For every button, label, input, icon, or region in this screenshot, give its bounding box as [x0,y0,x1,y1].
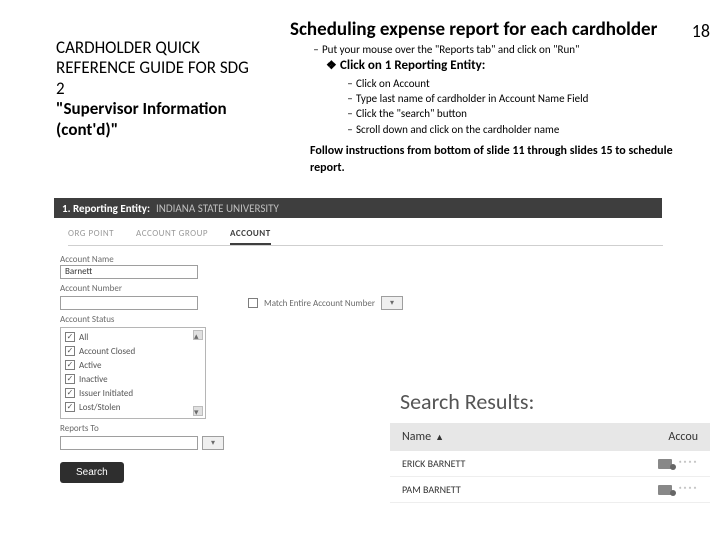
status-item[interactable]: Account Closed [79,346,135,357]
account-number-input[interactable] [60,296,198,310]
status-item[interactable]: Active [79,360,101,371]
col-account[interactable]: Accou [668,430,698,444]
result-name: ERICK BARNETT [402,457,658,470]
col-name[interactable]: Name [402,430,431,444]
status-check[interactable]: ✓ [65,360,75,370]
search-button[interactable]: Search [60,462,124,483]
dash-icon: – [344,122,356,137]
results-title: Search Results: [390,382,710,423]
tabs-row: ORG POINT ACCOUNT GROUP ACCOUNT [68,228,663,246]
follow-text: Follow instructions from bottom of slide… [310,143,690,177]
status-check-all[interactable]: ✓ [65,332,75,342]
scroll-up-icon[interactable]: ▴ [193,330,203,340]
status-check[interactable]: ✓ [65,374,75,384]
left-title-block: CARDHOLDER QUICK REFERENCE GUIDE FOR SDG… [56,38,251,140]
match-checkbox[interactable] [248,298,258,308]
dash-icon: – [344,76,356,91]
status-check[interactable]: ✓ [65,388,75,398]
masked-account: **** [678,459,698,469]
tab-account-group[interactable]: ACCOUNT GROUP [136,228,208,239]
bullet-top: Put your mouse over the "Reports tab" an… [322,43,579,56]
status-item[interactable]: Lost/Stolen [79,402,121,413]
sort-asc-icon[interactable]: ▲ [435,432,444,443]
search-results-panel: Search Results: Name ▲ Accou ERICK BARNE… [390,382,710,503]
sub-bullet: Scroll down and click on the cardholder … [356,123,559,136]
account-number-label: Account Number [60,283,660,294]
results-header-row: Name ▲ Accou [390,423,710,451]
account-status-listbox[interactable]: ▴ ✓ All ✓ Account Closed ✓ Active ✓ Inactive… [60,327,206,419]
reports-to-input[interactable] [60,436,198,450]
dash-icon: – [344,91,356,106]
masked-account: **** [678,485,698,495]
cardholder-icon [658,459,672,469]
status-check[interactable]: ✓ [65,402,75,412]
result-name: PAM BARNETT [402,483,658,496]
result-row[interactable]: ERICK BARNETT **** [390,451,710,477]
slide-title: Scheduling expense report for each cardh… [290,18,702,41]
account-status-label: Account Status [60,314,660,325]
sub-bullet: Click on Account [356,77,430,90]
tab-account[interactable]: ACCOUNT [230,228,271,245]
account-name-label: Account Name [60,254,660,265]
dash-icon: – [310,42,322,57]
reports-to-dropdown-icon[interactable]: ▾ [202,436,224,450]
cardholder-icon [658,485,672,495]
status-item[interactable]: Issuer Initiated [79,388,133,399]
tab-org-point[interactable]: ORG POINT [68,228,114,239]
reporting-entity-bar[interactable]: 1. Reporting Entity: INDIANA STATE UNIVE… [54,198,662,218]
match-dropdown-icon[interactable]: ▾ [381,296,403,310]
entity-value: INDIANA STATE UNIVERSITY [156,202,279,215]
diamond-icon: ❖ [326,58,340,75]
entity-label: 1. Reporting Entity: [62,202,150,215]
status-check[interactable]: ✓ [65,346,75,356]
bullet-section: Click on 1 Reporting Entity: [340,58,485,73]
sub-bullet: Type last name of cardholder in Account … [356,92,588,105]
left-bold: "Supervisor Information (cont'd)" [56,99,251,140]
scroll-down-icon[interactable]: ▾ [193,406,203,416]
left-line1: CARDHOLDER QUICK REFERENCE GUIDE FOR SDG… [56,38,251,99]
dash-icon: – [344,106,356,121]
bullet-area: –Put your mouse over the "Reports tab" a… [310,42,690,177]
status-item[interactable]: Inactive [79,374,108,385]
result-row[interactable]: PAM BARNETT **** [390,477,710,503]
status-item[interactable]: All [79,332,88,343]
account-name-input[interactable]: Barnett [60,265,198,279]
match-label: Match Entire Account Number [264,298,375,309]
sub-bullet: Click the "search" button [356,107,467,120]
